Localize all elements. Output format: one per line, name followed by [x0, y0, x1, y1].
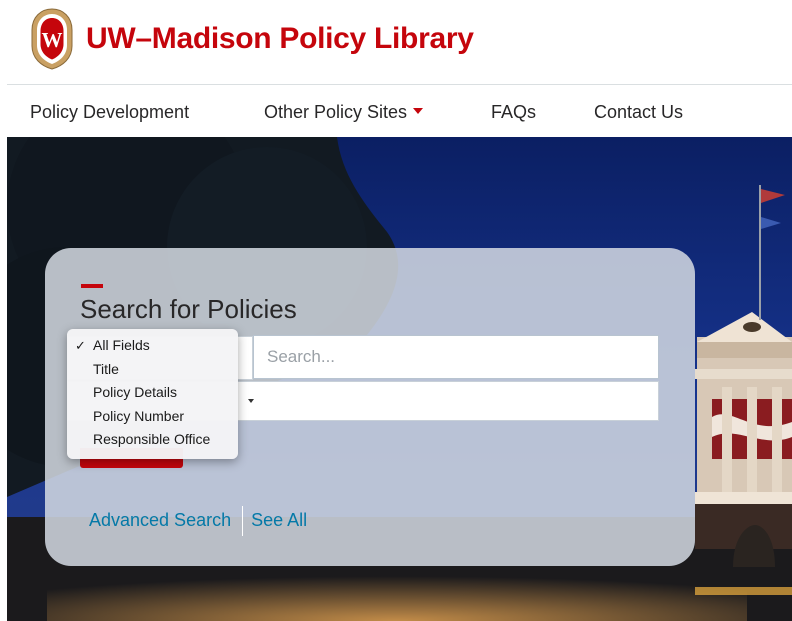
nav-label: Policy Development [30, 102, 190, 122]
crest-letter: W [42, 28, 63, 52]
nav-item-contact-us[interactable]: Contact Us [594, 102, 683, 123]
dropdown-option-title[interactable]: Title [67, 358, 238, 382]
search-title: Search for Policies [80, 294, 297, 324]
dropdown-option-all-fields[interactable]: ✓ All Fields [67, 334, 238, 358]
search-field-dropdown: ✓ All Fields Title Policy Details Policy… [67, 329, 238, 459]
option-label: Responsible Office [93, 431, 211, 447]
link-divider [242, 506, 244, 536]
search-links: Advanced Search See All [89, 506, 307, 536]
dropdown-option-responsible-office[interactable]: Responsible Office [67, 428, 238, 452]
site-title[interactable]: UW–Madison Policy Library [86, 22, 474, 56]
nav-item-other-policy-sites[interactable]: Other Policy Sites [264, 102, 424, 123]
nav-label: Contact Us [594, 102, 684, 122]
site-header: W UW–Madison Policy Library [0, 0, 792, 85]
dropdown-option-policy-number[interactable]: Policy Number [67, 405, 238, 429]
nav-item-faqs[interactable]: FAQs [491, 102, 536, 123]
dropdown-option-policy-details[interactable]: Policy Details [67, 381, 238, 405]
nav-label: FAQs [491, 102, 537, 122]
nav-label: Other Policy Sites [264, 102, 408, 122]
chevron-down-icon [248, 399, 254, 403]
main-nav: Policy Development Other Policy Sites FA… [0, 85, 792, 137]
caret-down-icon [413, 108, 424, 115]
uw-crest-icon[interactable]: W [30, 8, 74, 70]
option-label: Title [93, 360, 119, 377]
advanced-search-link[interactable]: Advanced Search [89, 510, 231, 530]
title-accent-bar [81, 284, 103, 288]
checkmark-icon: ✓ [75, 338, 86, 353]
option-label: Policy Details [93, 384, 178, 400]
see-all-link[interactable]: See All [251, 510, 307, 530]
nav-item-policy-development[interactable]: Policy Development [30, 102, 189, 123]
search-input[interactable] [253, 335, 659, 379]
option-label: Policy Number [93, 407, 185, 424]
option-label: All Fields [93, 337, 150, 353]
